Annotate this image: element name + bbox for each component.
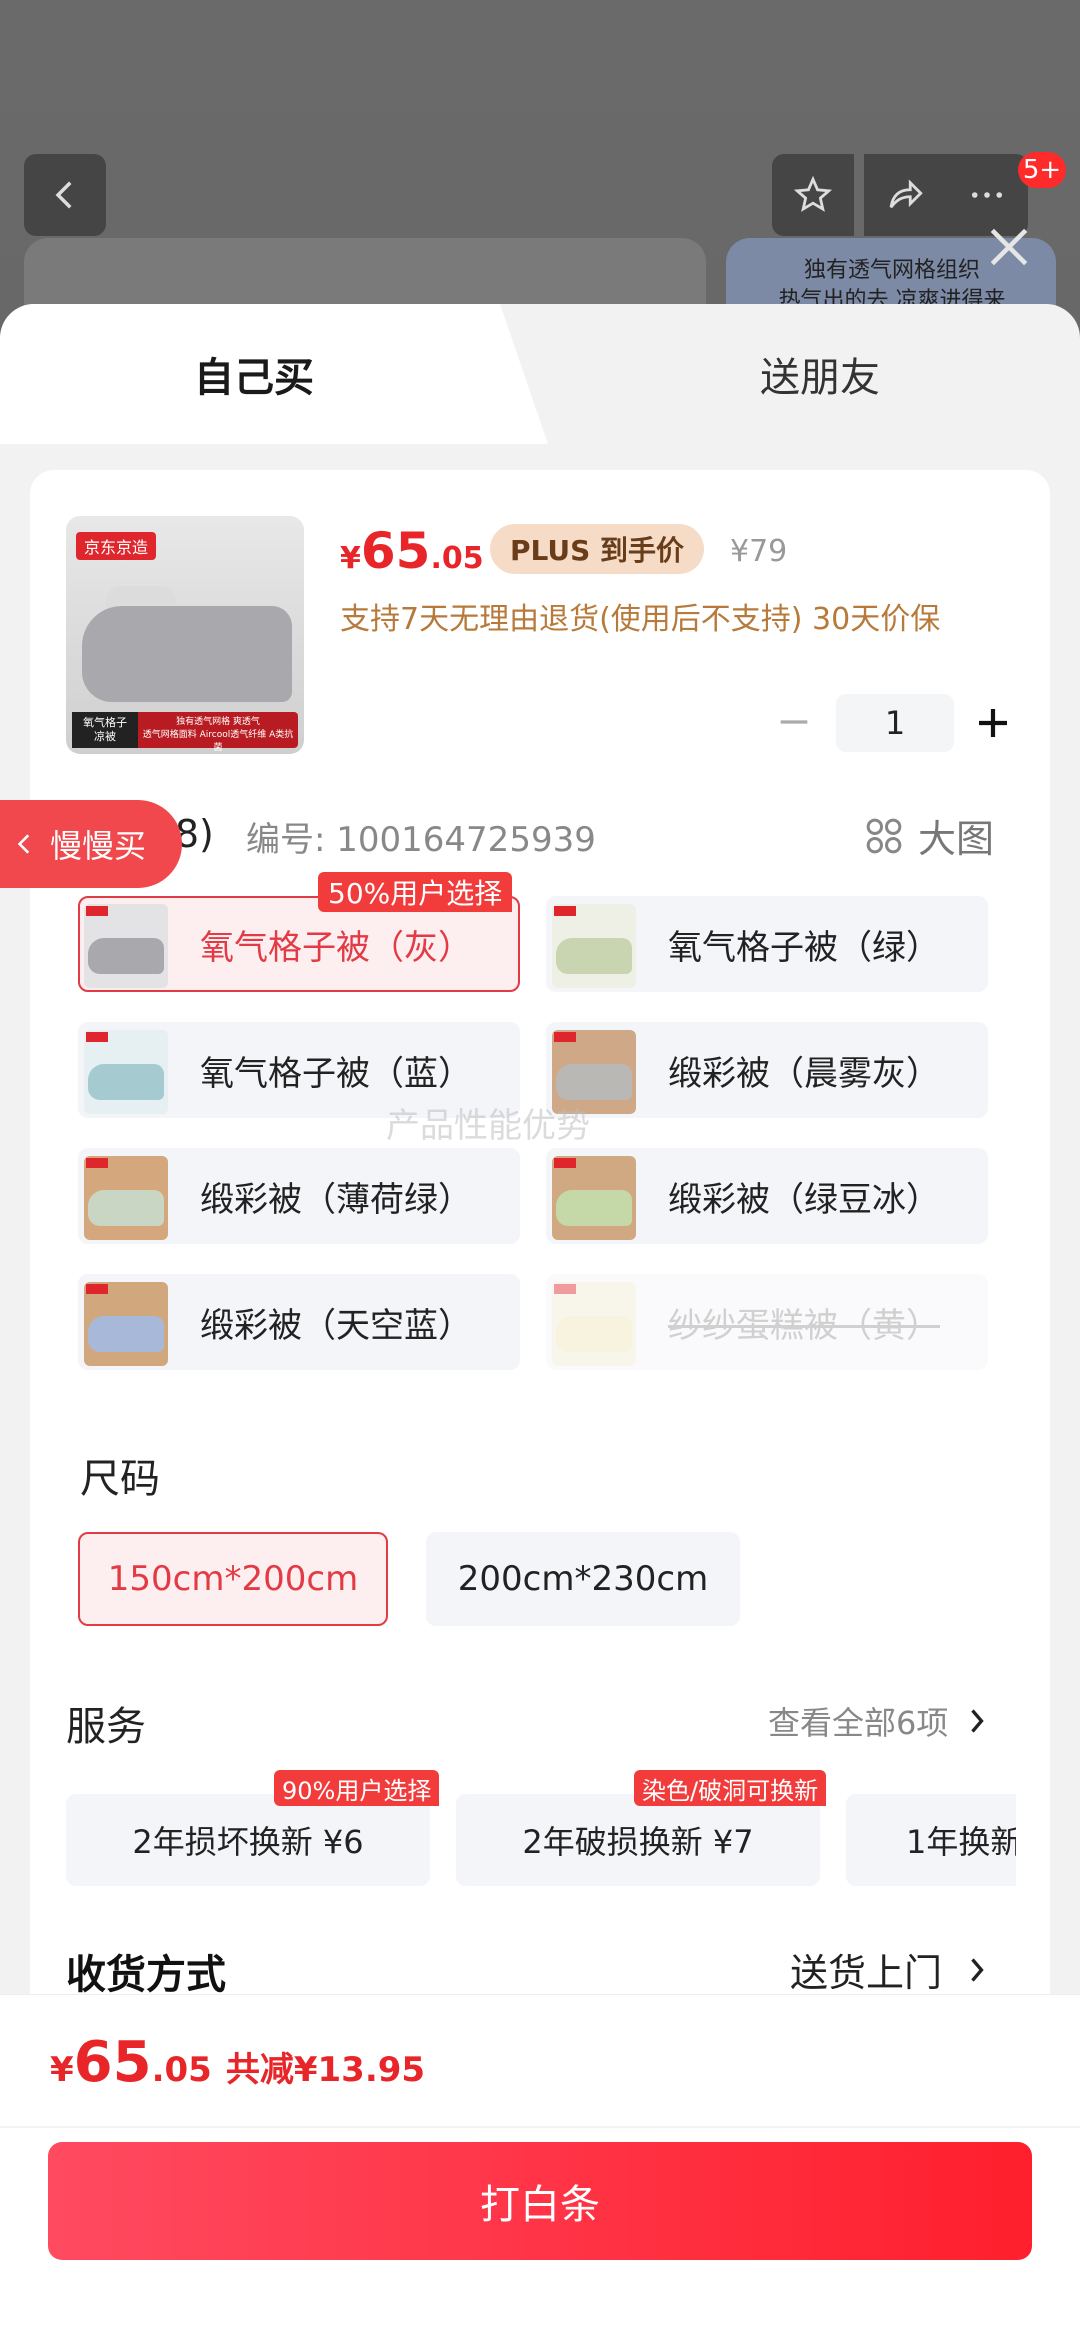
thumbnail-brand-mark <box>554 906 576 916</box>
thumbnail-brand-mark <box>86 1158 108 1168</box>
plus-price-badge: PLUS 到手价 <box>490 524 705 574</box>
service-section-title: 服务 <box>66 1704 146 1750</box>
chevron-right-icon <box>971 1709 985 1733</box>
price-symbol: ¥ <box>340 541 361 576</box>
share-button[interactable] <box>864 154 946 236</box>
total-savings: 共减¥13.95 <box>225 2050 426 2090</box>
chevron-left-icon <box>55 181 72 209</box>
blanket-shape <box>88 1190 164 1226</box>
total-price-decimal: .05 <box>151 2050 212 2090</box>
share-icon <box>889 179 923 209</box>
big-image-label: 大图 <box>918 817 995 861</box>
star-icon <box>793 175 833 212</box>
thumbnail-brand-mark <box>86 1284 108 1294</box>
big-image-button[interactable]: 大图 <box>864 808 994 863</box>
favorite-button[interactable] <box>772 154 854 236</box>
thumbnail-brand-mark <box>554 1284 576 1294</box>
sku-number: 编号: 100164725939 <box>246 820 596 860</box>
popular-choice-tag: 50%用户选择 <box>318 872 513 912</box>
return-policy: 支持7天无理由退货(使用后不支持) 30天价保 <box>340 602 941 637</box>
more-icon <box>971 192 1003 198</box>
divider <box>0 2126 1080 2128</box>
quantity-plus-button[interactable] <box>972 702 1014 744</box>
shipping-section-title: 收货方式 <box>66 1952 226 1998</box>
blanket-shape <box>556 938 632 974</box>
color-option-thumbnail <box>552 1282 636 1366</box>
tab-self-buy[interactable]: 自己买 <box>0 304 548 444</box>
service-card-2yr-break[interactable]: 2年破损换新 ¥7 <box>456 1794 820 1886</box>
chevron-right-icon <box>971 1957 984 1982</box>
grid-icon <box>866 818 902 853</box>
quantity-minus-button[interactable] <box>774 702 814 742</box>
color-option-thumbnail <box>84 1282 168 1366</box>
color-option-label: 缎彩被（薄荷绿） <box>200 1179 472 1220</box>
service-card-2yr-damage[interactable]: 2年损坏换新 ¥6 <box>66 1794 430 1886</box>
pay-with-baitiao-button[interactable]: 打白条 <box>48 2142 1032 2260</box>
size-option-150x200[interactable]: 150cm*200cm <box>78 1532 388 1626</box>
cart-count-badge: 5+ <box>1018 152 1066 188</box>
original-price: ¥79 <box>730 534 788 569</box>
slow-buy-floating-button[interactable]: 慢慢买 <box>0 800 182 888</box>
blanket-shape <box>82 606 292 702</box>
blanket-shape <box>88 938 164 974</box>
back-button[interactable] <box>24 154 106 236</box>
thumbnail-brand-mark <box>554 1158 576 1168</box>
price: ¥ 65 .05 <box>340 522 484 582</box>
total-price-integer: 65 <box>73 2030 152 2095</box>
product-thumbnail[interactable]: 京东京造 氧气格子 凉被 独有透气网格 爽透气 透气网格面料 Aircool透气… <box>66 516 304 754</box>
thumbnail-footer: 氧气格子 凉被 独有透气网格 爽透气 透气网格面料 Aircool透气纤维 A类… <box>72 712 298 753</box>
service-tag-dye: 染色/破洞可换新 <box>634 1770 827 1806</box>
total-price-symbol: ¥ <box>50 2050 74 2090</box>
color-option[interactable]: 缎彩被（晨雾灰） <box>546 1022 988 1118</box>
blanket-shape <box>556 1316 632 1352</box>
blanket-shape <box>88 1064 164 1100</box>
thumbnail-brand-mark <box>86 1032 108 1042</box>
color-option-label: 缎彩被（天空蓝） <box>200 1305 472 1346</box>
slow-buy-label: 慢慢买 <box>50 827 147 865</box>
color-option-label: 纱纱蛋糕被（黄） <box>668 1305 940 1346</box>
thumbnail-footer-right: 独有透气网格 爽透气 透气网格面料 Aircool透气纤维 A类抗菌 <box>142 717 294 753</box>
shipping-method-value: 送货上门 <box>790 1951 943 1995</box>
color-option[interactable]: 氧气格子被（绿） <box>546 896 988 992</box>
size-section-title: 尺码 <box>80 1456 160 1502</box>
service-tag-popular: 90%用户选择 <box>274 1770 440 1806</box>
brand-tag: 京东京造 <box>76 532 157 560</box>
service-card-strip[interactable]: 2年损坏换新 ¥6 90%用户选择 2年破损换新 ¥7 染色/破洞可换新 1年换… <box>0 1770 1016 1900</box>
color-option-thumbnail <box>552 904 636 988</box>
thumbnail-footer-left: 氧气格子 凉被 <box>72 712 138 748</box>
chevron-left-icon <box>17 834 30 854</box>
price-decimal: .05 <box>430 541 484 576</box>
color-option[interactable]: 纱纱蛋糕被（黄） <box>546 1274 988 1370</box>
service-card-1yr[interactable]: 1年换新 <box>846 1794 1016 1886</box>
color-option-thumbnail <box>84 1030 168 1114</box>
tab-gift[interactable]: 送朋友 <box>560 304 1080 444</box>
close-icon[interactable] <box>984 222 1034 272</box>
blanket-shape <box>556 1064 632 1100</box>
total-price: ¥ 65 .05 共减¥13.95 <box>50 2030 425 2095</box>
price-integer: 65 <box>360 522 431 580</box>
quantity-input[interactable]: 1 <box>836 694 954 752</box>
view-all-label: 查看全部6项 <box>768 1704 949 1742</box>
blanket-shape <box>88 1316 164 1352</box>
shipping-method-selector[interactable]: 送货上门 <box>790 1942 988 1997</box>
thumbnail-brand-mark <box>86 906 108 916</box>
color-option-label: 氧气格子被（绿） <box>668 927 940 968</box>
color-option[interactable]: 缎彩被（薄荷绿） <box>78 1148 520 1244</box>
color-option-thumbnail <box>84 1156 168 1240</box>
color-option[interactable]: 缎彩被（绿豆冰） <box>546 1148 988 1244</box>
color-option-thumbnail <box>84 904 168 988</box>
color-option-label: 缎彩被（晨雾灰） <box>668 1053 940 1094</box>
color-option-thumbnail <box>552 1156 636 1240</box>
color-option[interactable]: 缎彩被（天空蓝） <box>78 1274 520 1370</box>
blanket-shape <box>556 1190 632 1226</box>
watermark-text: 产品性能优势 <box>386 1106 590 1146</box>
color-option-label: 缎彩被（绿豆冰） <box>668 1179 940 1220</box>
view-all-services-link[interactable]: 查看全部6项 <box>768 1698 988 1744</box>
thumbnail-brand-mark <box>554 1032 576 1042</box>
size-option-200x230[interactable]: 200cm*230cm <box>426 1532 740 1626</box>
